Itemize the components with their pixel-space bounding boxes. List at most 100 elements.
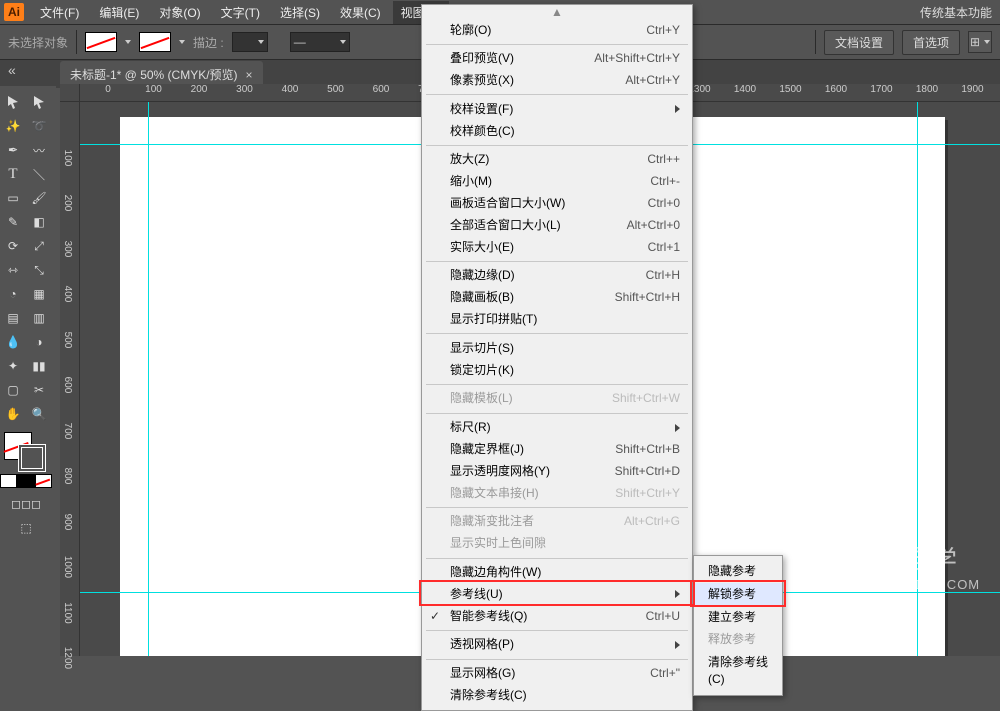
menu-shortcut: Shift+Ctrl+W: [612, 390, 680, 407]
line-tool[interactable]: ＼: [26, 162, 52, 186]
fill-dropdown-icon[interactable]: [125, 40, 131, 44]
submenu-item: 释放参考: [694, 628, 782, 651]
ruler-tick: 600: [62, 377, 73, 394]
magic-wand-tool[interactable]: ✨: [0, 114, 26, 138]
curvature-tool[interactable]: 〰: [26, 138, 52, 162]
menu-item[interactable]: 全部适合窗口大小(L)Alt+Ctrl+0: [422, 214, 692, 236]
free-transform-tool[interactable]: ⤡: [26, 258, 52, 282]
menu-edit[interactable]: 编辑(E): [91, 1, 147, 24]
ruler-origin[interactable]: [60, 84, 80, 102]
close-icon[interactable]: ×: [246, 68, 253, 82]
selection-tool[interactable]: [0, 90, 26, 114]
eyedropper-tool[interactable]: 💧: [0, 330, 26, 354]
menu-item[interactable]: 缩小(M)Ctrl+-: [422, 171, 692, 193]
ruler-tick: 100: [145, 84, 162, 95]
menu-item[interactable]: 校样颜色(C): [422, 120, 692, 142]
slice-tool[interactable]: ✂: [26, 378, 52, 402]
menu-file[interactable]: 文件(F): [32, 1, 87, 24]
rectangle-tool[interactable]: ▭: [0, 186, 26, 210]
menu-shortcut: Ctrl+": [650, 665, 680, 682]
menu-item[interactable]: 隐藏边角构件(W): [422, 562, 692, 584]
pen-tool[interactable]: ✒: [0, 138, 26, 162]
brush-definition-input[interactable]: —: [290, 32, 350, 52]
ruler-tick: 1500: [779, 84, 801, 95]
menu-item[interactable]: 叠印预览(V)Alt+Shift+Ctrl+Y: [422, 48, 692, 70]
artboard-tool[interactable]: ▢: [0, 378, 26, 402]
blend-tool[interactable]: ◑: [26, 330, 52, 354]
menu-item[interactable]: 实际大小(E)Ctrl+1: [422, 236, 692, 258]
vertical-ruler[interactable]: 100200300400500600700800900100011001200: [60, 102, 80, 656]
guide-vertical[interactable]: [148, 102, 149, 656]
menu-select[interactable]: 选择(S): [272, 1, 328, 24]
menu-item[interactable]: 画板适合窗口大小(W)Ctrl+0: [422, 193, 692, 215]
menu-item-label: 隐藏定界框(J): [450, 441, 524, 458]
menu-scroll-up-icon[interactable]: ▲: [422, 5, 692, 19]
align-panel-icon[interactable]: ⊞: [968, 31, 992, 53]
paintbrush-tool[interactable]: 🖌: [26, 186, 52, 210]
column-graph-tool[interactable]: ▮▮: [26, 354, 52, 378]
perspective-grid-tool[interactable]: ▦: [26, 282, 52, 306]
menu-item[interactable]: 标尺(R): [422, 417, 692, 439]
menu-effect[interactable]: 效果(C): [332, 1, 389, 24]
stroke-dropdown-icon[interactable]: [179, 40, 185, 44]
zoom-tool[interactable]: 🔍: [26, 402, 52, 426]
type-tool[interactable]: T: [0, 162, 26, 186]
submenu-item[interactable]: 解锁参考: [694, 583, 782, 606]
ruler-tick: 1600: [825, 84, 847, 95]
menu-item[interactable]: 显示打印拼贴(T): [422, 309, 692, 331]
shape-builder-tool[interactable]: ◔: [0, 282, 26, 306]
menu-item[interactable]: 锁定切片(K): [422, 359, 692, 381]
submenu-item[interactable]: 建立参考: [694, 606, 782, 629]
lasso-tool[interactable]: ➰: [26, 114, 52, 138]
ruler-tick: 1000: [62, 556, 73, 578]
menu-item-label: 叠印预览(V): [450, 50, 514, 67]
menu-item[interactable]: ✓智能参考线(Q)Ctrl+U: [422, 605, 692, 627]
gradient-tool[interactable]: ▥: [26, 306, 52, 330]
submenu-item[interactable]: 隐藏参考: [694, 560, 782, 583]
fill-swatch[interactable]: [85, 32, 117, 52]
menu-item-label: 实际大小(E): [450, 239, 514, 256]
menu-item-label: 智能参考线(Q): [450, 608, 527, 625]
ruler-tick: 400: [62, 286, 73, 303]
guide-vertical[interactable]: [917, 102, 918, 656]
ruler-tick: 200: [62, 195, 73, 212]
menu-item[interactable]: 显示切片(S): [422, 337, 692, 359]
menu-item[interactable]: 像素预览(X)Alt+Ctrl+Y: [422, 70, 692, 92]
menu-item[interactable]: 隐藏边缘(D)Ctrl+H: [422, 265, 692, 287]
menu-item[interactable]: 参考线(U): [422, 583, 692, 605]
menu-item[interactable]: 显示透明度网格(Y)Shift+Ctrl+D: [422, 460, 692, 482]
symbol-sprayer-tool[interactable]: ✦: [0, 354, 26, 378]
workspace-switcher[interactable]: 传统基本功能: [912, 1, 1000, 24]
mesh-tool[interactable]: ▤: [0, 306, 26, 330]
menu-item-label: 放大(Z): [450, 151, 489, 168]
scale-tool[interactable]: ⤢: [26, 234, 52, 258]
menu-shortcut: Alt+Ctrl+G: [624, 513, 680, 530]
rotate-tool[interactable]: ⟳: [0, 234, 26, 258]
menu-type[interactable]: 文字(T): [213, 1, 268, 24]
menu-item[interactable]: 轮廓(O)Ctrl+Y: [422, 19, 692, 41]
ruler-tick: 700: [62, 422, 73, 439]
stroke-weight-input[interactable]: [232, 32, 268, 52]
menu-item[interactable]: 透视网格(P): [422, 634, 692, 656]
fill-stroke-color-picker[interactable]: [0, 430, 52, 474]
menu-shortcut: Shift+Ctrl+B: [615, 441, 680, 458]
menu-item[interactable]: 隐藏定界框(J) Shift+Ctrl+B: [422, 439, 692, 461]
menu-item[interactable]: 隐藏画板(B)Shift+Ctrl+H: [422, 287, 692, 309]
menu-item[interactable]: 校样设置(F): [422, 98, 692, 120]
menu-item[interactable]: 显示网格(G)Ctrl+": [422, 663, 692, 685]
screen-mode-button[interactable]: ⬚: [0, 516, 52, 540]
draw-mode-buttons[interactable]: ◻◻◻: [0, 492, 52, 516]
menu-object[interactable]: 对象(O): [151, 1, 208, 24]
menu-item[interactable]: 清除参考线(C): [422, 685, 692, 707]
doc-setup-button[interactable]: 文档设置: [824, 30, 894, 55]
direct-selection-tool[interactable]: [26, 90, 52, 114]
prefs-button[interactable]: 首选项: [902, 30, 960, 55]
eraser-tool[interactable]: ◧: [26, 210, 52, 234]
stroke-swatch[interactable]: [139, 32, 171, 52]
menu-item[interactable]: 放大(Z)Ctrl++: [422, 149, 692, 171]
pencil-tool[interactable]: ✎: [0, 210, 26, 234]
color-mode-swatches[interactable]: [0, 474, 52, 492]
submenu-item[interactable]: 清除参考线(C): [694, 651, 782, 691]
hand-tool[interactable]: ✋: [0, 402, 26, 426]
width-tool[interactable]: ⇿: [0, 258, 26, 282]
